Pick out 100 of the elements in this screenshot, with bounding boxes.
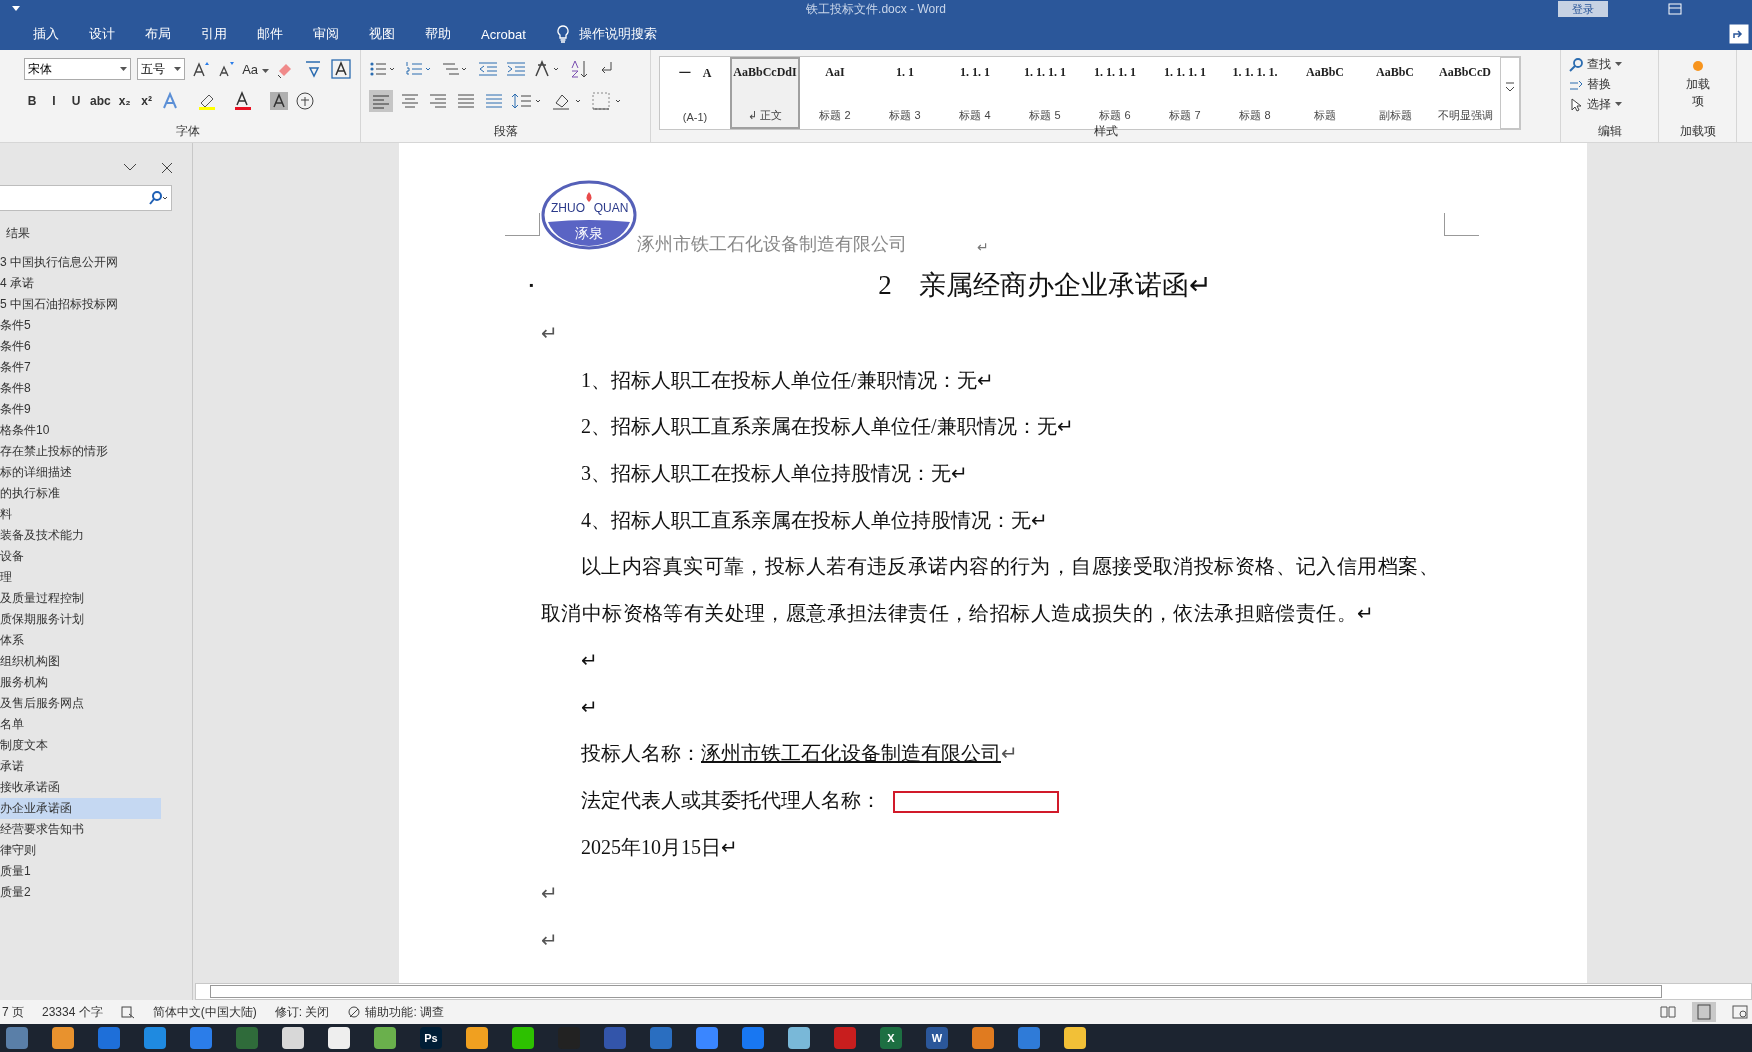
select-button[interactable]: 选择 [1569, 96, 1650, 113]
heading-item[interactable]: 接收承诺函 [0, 777, 161, 798]
justify-icon[interactable] [455, 91, 477, 111]
ribbon-tab[interactable]: 邮件 [242, 18, 298, 50]
heading-item[interactable]: 服务机构 [0, 672, 161, 693]
language-status[interactable]: 简体中文(中国大陆) [152, 1003, 257, 1021]
app-icon[interactable] [98, 1027, 120, 1049]
heading-item[interactable]: 质量1 [0, 861, 161, 882]
app-icon[interactable] [650, 1027, 672, 1049]
ribbon-tab[interactable]: Acrobat [466, 18, 541, 50]
style-item[interactable]: AaBbCcDdI ↲ 正文 [730, 57, 800, 129]
share-icon[interactable] [1728, 23, 1750, 45]
caret-icon[interactable] [12, 6, 20, 12]
heading-item[interactable]: 3 中国执行信息公开网 [0, 252, 161, 273]
heading-item[interactable]: 5 中国石油招标投标网 [0, 294, 161, 315]
align-right-icon[interactable] [427, 91, 449, 111]
page-count[interactable]: 7 页 [2, 1003, 24, 1021]
heading-item[interactable]: 承诺 [0, 756, 161, 777]
word-count[interactable]: 23334 个字 [42, 1003, 103, 1021]
character-shading-icon[interactable] [268, 91, 289, 111]
heading-item[interactable]: 律守则 [0, 840, 161, 861]
app-icon[interactable]: Ps [420, 1027, 442, 1049]
heading-item[interactable]: 办企业承诺函 [0, 798, 161, 819]
heading-item[interactable]: 组织机构图 [0, 651, 161, 672]
heading-item[interactable]: 及质量过程控制 [0, 588, 161, 609]
heading-item[interactable]: 条件6 [0, 336, 161, 357]
proofing-icon[interactable] [120, 1005, 135, 1019]
heading-item[interactable]: 质量2 [0, 882, 161, 903]
heading-item[interactable]: 装备及技术能力 [0, 525, 161, 546]
align-left-icon[interactable] [369, 90, 393, 112]
accessibility-icon[interactable] [347, 1005, 362, 1019]
replace-button[interactable]: 替换 [1569, 76, 1650, 93]
search-icon[interactable] [148, 191, 168, 205]
heading-item[interactable]: 设备 [0, 546, 161, 567]
close-icon[interactable] [160, 161, 174, 175]
app-icon[interactable] [742, 1027, 764, 1049]
ribbon-tab[interactable]: 插入 [18, 18, 74, 50]
heading-item[interactable]: 料 [0, 504, 161, 525]
ribbon-display-icon[interactable] [1668, 3, 1682, 15]
app-icon[interactable] [788, 1027, 810, 1049]
app-icon[interactable] [52, 1027, 74, 1049]
heading-item[interactable]: 名单 [0, 714, 161, 735]
ribbon-tab[interactable]: 设计 [74, 18, 130, 50]
format-button[interactable]: abc [90, 94, 111, 108]
heading-item[interactable]: 理 [0, 567, 161, 588]
heading-item[interactable]: 4 承诺 [0, 273, 161, 294]
find-button[interactable]: 查找 [1569, 56, 1650, 73]
ribbon-tab[interactable]: 视图 [354, 18, 410, 50]
app-icon[interactable]: W [926, 1027, 948, 1049]
change-case-button[interactable]: Aa [242, 61, 269, 77]
app-icon[interactable] [190, 1027, 212, 1049]
app-icon[interactable] [972, 1027, 994, 1049]
tell-me-search[interactable]: 操作说明搜索 [578, 25, 657, 43]
format-button[interactable]: x² [138, 94, 155, 108]
distributed-icon[interactable] [483, 91, 505, 111]
heading-item[interactable]: 格条件10 [0, 420, 161, 441]
ribbon-tab[interactable]: 审阅 [298, 18, 354, 50]
ribbon-tab[interactable]: 布局 [130, 18, 186, 50]
web-layout-icon[interactable] [1732, 1005, 1748, 1019]
heading-item[interactable]: 经营要求告知书 [0, 819, 161, 840]
addins-button[interactable]: 加载项 [1683, 56, 1712, 114]
font-name-dropdown[interactable]: 宋体 [24, 58, 131, 80]
app-icon[interactable] [834, 1027, 856, 1049]
shrink-font-icon[interactable] [216, 59, 237, 79]
heading-item[interactable]: 存在禁止投标的情形 [0, 441, 161, 462]
app-icon[interactable] [282, 1027, 304, 1049]
app-icon[interactable] [328, 1027, 350, 1049]
enclose-character-icon[interactable] [294, 91, 315, 111]
character-border-icon[interactable] [330, 58, 353, 80]
app-icon[interactable] [144, 1027, 166, 1049]
chevron-down-icon[interactable] [122, 161, 138, 173]
format-button[interactable]: I [46, 94, 62, 108]
app-icon[interactable]: X [880, 1027, 902, 1049]
login-button[interactable]: 登录 [1558, 1, 1608, 17]
app-icon[interactable] [696, 1027, 718, 1049]
horizontal-scrollbar[interactable] [195, 983, 1752, 1000]
format-button[interactable]: B [24, 94, 40, 108]
format-button[interactable]: x₂ [116, 94, 133, 108]
heading-item[interactable]: 制度文本 [0, 735, 161, 756]
font-size-dropdown[interactable]: 五号 [137, 58, 185, 80]
heading-item[interactable]: 及售后服务网点 [0, 693, 161, 714]
input-field[interactable] [893, 791, 1059, 814]
increase-indent-icon[interactable] [505, 59, 527, 79]
heading-item[interactable]: 条件9 [0, 399, 161, 420]
app-icon[interactable] [512, 1027, 534, 1049]
heading-item[interactable]: 条件5 [0, 315, 161, 336]
app-icon[interactable] [1018, 1027, 1040, 1049]
ribbon-tab[interactable]: 引用 [186, 18, 242, 50]
heading-item[interactable]: 条件8 [0, 378, 161, 399]
app-icon[interactable] [466, 1027, 488, 1049]
format-button[interactable]: U [68, 94, 84, 108]
heading-item[interactable]: 的执行标准 [0, 483, 161, 504]
align-center-icon[interactable] [399, 91, 421, 111]
heading-item[interactable]: 体系 [0, 630, 161, 651]
heading-item[interactable]: 条件7 [0, 357, 161, 378]
ribbon-tab[interactable]: 帮助 [410, 18, 466, 50]
results-label[interactable]: 结果 [0, 211, 192, 242]
app-icon[interactable] [374, 1027, 396, 1049]
app-icon[interactable] [6, 1027, 28, 1049]
track-changes-status[interactable]: 修订: 关闭 [274, 1003, 330, 1021]
